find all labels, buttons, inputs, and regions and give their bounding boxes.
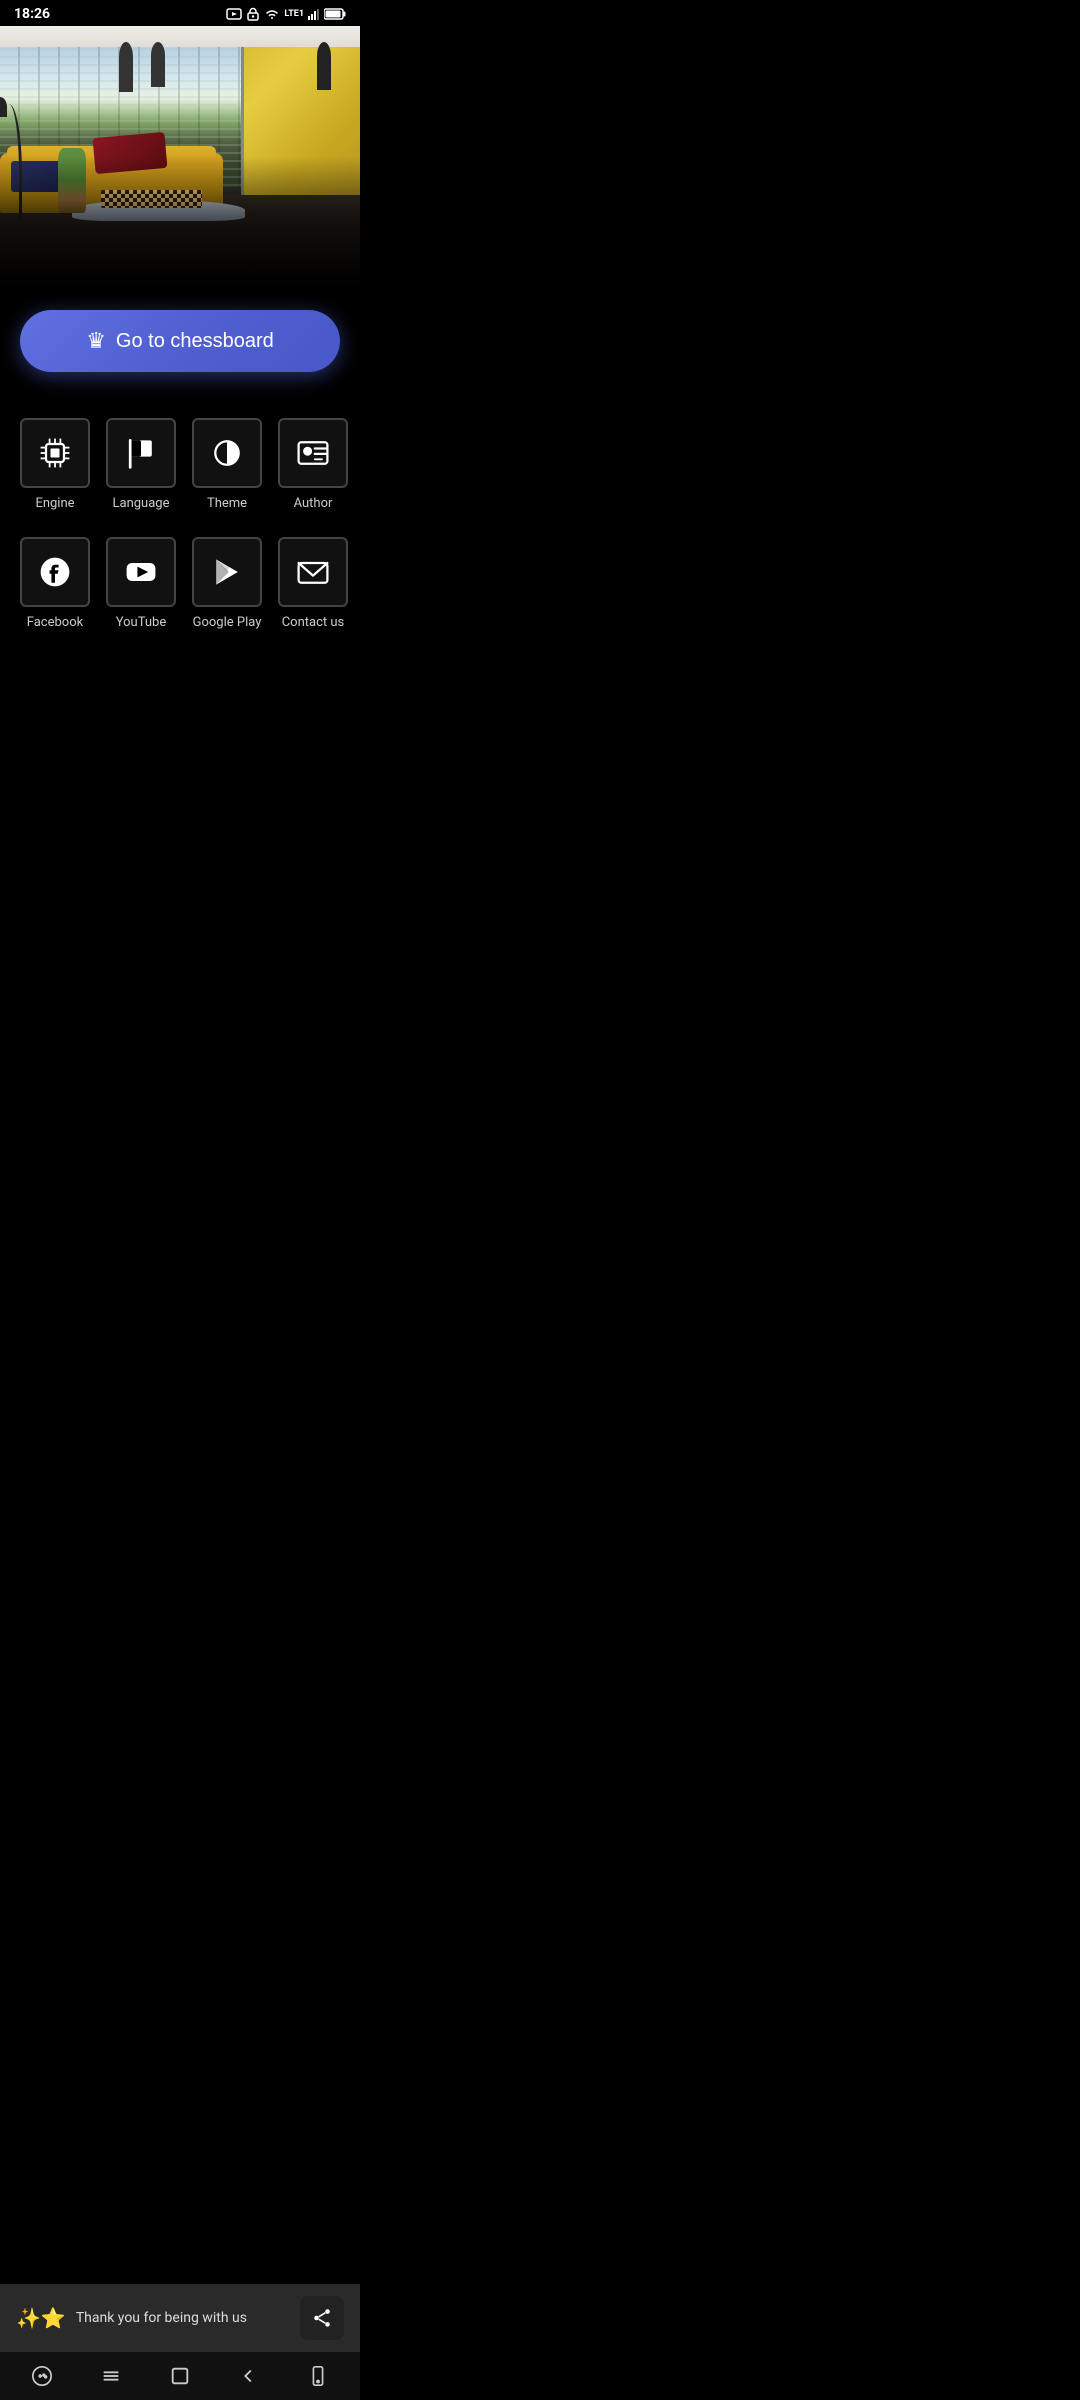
youtube-label: YouTube bbox=[116, 615, 167, 630]
cushion bbox=[92, 132, 167, 175]
facebook-label: Facebook bbox=[27, 615, 83, 630]
theme-icon bbox=[209, 435, 245, 471]
right-window bbox=[241, 26, 360, 195]
contactus-label: Contact us bbox=[282, 615, 345, 630]
gamepad-icon bbox=[31, 2365, 53, 2387]
go-to-chessboard-button[interactable]: ♛ Go to chessboard bbox=[20, 310, 340, 372]
facebook-icon-box bbox=[20, 537, 90, 607]
recent-apps-icon bbox=[100, 2365, 122, 2387]
chess-king-icon: ♛ bbox=[86, 328, 106, 354]
language-label: Language bbox=[113, 496, 170, 511]
author-icon bbox=[295, 435, 331, 471]
status-bar: 18:26 LTE1 bbox=[0, 0, 360, 26]
lte-icon: LTE1 bbox=[284, 9, 304, 19]
googleplay-icon-box bbox=[192, 537, 262, 607]
home-nav-button[interactable] bbox=[158, 2354, 202, 2398]
icon-grid: Engine Language Theme bbox=[0, 396, 360, 650]
engine-icon-box bbox=[20, 418, 90, 488]
envelope-icon bbox=[295, 554, 331, 590]
battery-icon bbox=[324, 8, 346, 20]
language-item[interactable]: Language bbox=[98, 404, 184, 523]
lamp-2 bbox=[151, 42, 165, 87]
lock-icon bbox=[246, 7, 260, 21]
googleplay-icon bbox=[209, 554, 245, 590]
share-icon bbox=[311, 2307, 333, 2329]
youtube-notification-icon bbox=[226, 7, 242, 21]
chessboard-button-label: Go to chessboard bbox=[116, 330, 274, 353]
cpu-icon bbox=[37, 435, 73, 471]
status-icons: LTE1 bbox=[226, 7, 346, 21]
youtube-icon-box bbox=[106, 537, 176, 607]
googleplay-item[interactable]: Google Play bbox=[184, 523, 270, 642]
plant bbox=[58, 148, 87, 213]
lamp-1 bbox=[119, 42, 133, 92]
back-icon bbox=[238, 2365, 260, 2387]
youtube-icon bbox=[123, 554, 159, 590]
engine-label: Engine bbox=[35, 496, 74, 511]
back-nav-button[interactable] bbox=[227, 2354, 271, 2398]
youtube-item[interactable]: YouTube bbox=[98, 523, 184, 642]
theme-icon-box bbox=[192, 418, 262, 488]
sparkle-icon: ✨⭐ bbox=[16, 2306, 66, 2330]
ceiling bbox=[0, 26, 360, 47]
author-label: Author bbox=[294, 496, 333, 511]
engine-item[interactable]: Engine bbox=[12, 404, 98, 523]
spacer bbox=[0, 650, 360, 760]
nav-bar bbox=[0, 2352, 360, 2400]
main-content: ♛ Go to chessboard bbox=[0, 286, 360, 760]
wifi-icon bbox=[264, 8, 280, 20]
theme-label: Theme bbox=[207, 496, 247, 511]
phone-nav-button[interactable] bbox=[296, 2354, 340, 2398]
status-time: 18:26 bbox=[14, 6, 50, 22]
facebook-icon bbox=[37, 554, 73, 590]
contactus-icon-box bbox=[278, 537, 348, 607]
author-icon-box bbox=[278, 418, 348, 488]
author-item[interactable]: Author bbox=[270, 404, 356, 523]
bottom-message-bar: ✨⭐ Thank you for being with us bbox=[0, 2284, 360, 2352]
chessboard-button-wrapper: ♛ Go to chessboard bbox=[0, 302, 360, 396]
facebook-item[interactable]: Facebook bbox=[12, 523, 98, 642]
hero-image bbox=[0, 26, 360, 286]
recent-apps-nav-button[interactable] bbox=[89, 2354, 133, 2398]
home-icon bbox=[169, 2365, 191, 2387]
language-icon-box bbox=[106, 418, 176, 488]
flag-icon bbox=[123, 435, 159, 471]
theme-item[interactable]: Theme bbox=[184, 404, 270, 523]
phone-icon bbox=[307, 2365, 329, 2387]
googleplay-label: Google Play bbox=[193, 615, 262, 630]
contactus-item[interactable]: Contact us bbox=[270, 523, 356, 642]
thank-you-message: Thank you for being with us bbox=[76, 2310, 247, 2326]
bottom-bar-left: ✨⭐ Thank you for being with us bbox=[16, 2306, 247, 2330]
gamepad-nav-button[interactable] bbox=[20, 2354, 64, 2398]
chessboard bbox=[101, 190, 202, 208]
lamp-3 bbox=[317, 42, 331, 90]
share-button[interactable] bbox=[300, 2296, 344, 2340]
signal-icon bbox=[308, 8, 320, 20]
